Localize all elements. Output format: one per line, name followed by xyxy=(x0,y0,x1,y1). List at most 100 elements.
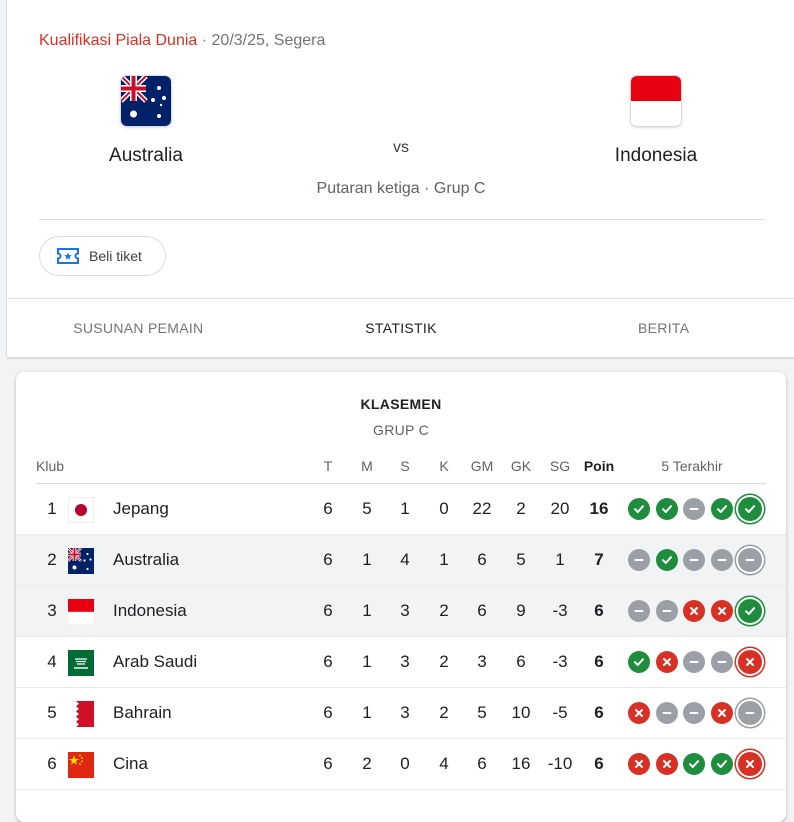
row-last-five xyxy=(628,548,762,572)
draw-icon[interactable] xyxy=(683,702,705,724)
row-last-five xyxy=(628,497,762,521)
tab-bar: SUSUNAN PEMAIN STATISTIK BERITA xyxy=(7,298,794,359)
win-icon[interactable] xyxy=(628,651,650,673)
australia-flag-icon xyxy=(68,548,94,574)
row-ga: 10 xyxy=(511,703,531,722)
competition-link[interactable]: Kualifikasi Piala Dunia xyxy=(39,32,197,49)
loss-icon[interactable] xyxy=(738,752,762,776)
australia-flag-icon xyxy=(121,76,171,126)
tab-lineups[interactable]: SUSUNAN PEMAIN xyxy=(7,299,270,357)
row-drawn: 3 xyxy=(400,601,410,620)
table-row[interactable]: 2 Australia 6 1 4 1 6 5 1 7 xyxy=(16,535,786,586)
row-gd: -10 xyxy=(547,754,573,773)
row-gf: 6 xyxy=(477,754,487,773)
draw-icon[interactable] xyxy=(655,600,678,622)
draw-icon[interactable] xyxy=(628,549,650,571)
loss-icon[interactable] xyxy=(628,753,650,775)
round-info: Putaran ketiga · Grup C xyxy=(316,180,486,197)
row-gd: -3 xyxy=(552,601,568,620)
draw-icon[interactable] xyxy=(738,548,762,572)
row-team-name: Jepang xyxy=(113,499,169,518)
row-position: 1 xyxy=(47,499,57,518)
win-icon[interactable] xyxy=(655,549,678,571)
standings-card: KLASEMEN GRUP C Klub T M S K GM GK SG Po… xyxy=(16,372,786,822)
buy-ticket-label: Beli tiket xyxy=(89,248,142,264)
row-position: 4 xyxy=(47,652,57,671)
row-team-name: Arab Saudi xyxy=(113,652,198,671)
match-header: Kualifikasi Piala Dunia · 20/3/25, Seger… xyxy=(39,32,325,50)
table-row[interactable]: 5 Bahrain 6 1 3 2 5 10 -5 6 xyxy=(16,688,786,739)
table-row[interactable]: 3 Indonesia 6 1 3 2 6 9 -3 6 xyxy=(16,586,786,637)
table-row[interactable]: 4 Arab Saudi 6 1 3 2 3 6 -3 6 xyxy=(16,637,786,688)
row-lost: 2 xyxy=(439,601,449,620)
row-last-five xyxy=(628,701,762,725)
row-last-five xyxy=(628,650,762,674)
row-ga: 5 xyxy=(516,550,526,569)
win-icon[interactable] xyxy=(628,498,650,520)
loss-icon[interactable] xyxy=(683,600,705,622)
draw-icon[interactable] xyxy=(738,701,762,725)
row-points: 6 xyxy=(594,703,604,722)
loss-icon[interactable] xyxy=(738,650,762,674)
buy-ticket-button[interactable]: Beli tiket xyxy=(39,236,166,276)
row-won: 5 xyxy=(362,499,372,518)
loss-icon[interactable] xyxy=(655,753,678,775)
row-played: 6 xyxy=(323,703,333,722)
row-team-name: Australia xyxy=(113,550,180,569)
draw-icon[interactable] xyxy=(655,702,678,724)
loss-icon[interactable] xyxy=(710,600,733,622)
draw-icon[interactable] xyxy=(710,549,733,571)
draw-icon[interactable] xyxy=(683,498,705,520)
row-gf: 3 xyxy=(477,652,487,671)
draw-icon[interactable] xyxy=(683,549,705,571)
row-drawn: 4 xyxy=(400,550,410,569)
loss-icon[interactable] xyxy=(655,651,678,673)
row-team-name: Cina xyxy=(113,754,148,773)
row-team-name: Bahrain xyxy=(113,703,172,722)
match-card: Kualifikasi Piala Dunia · 20/3/25, Seger… xyxy=(6,0,794,359)
row-last-five xyxy=(628,599,762,623)
match-date-status: · 20/3/25, Segera xyxy=(197,32,326,49)
tab-statistics[interactable]: STATISTIK xyxy=(270,299,533,357)
row-points: 6 xyxy=(594,652,604,671)
win-icon[interactable] xyxy=(655,498,678,520)
away-team[interactable]: Indonesia xyxy=(556,76,756,167)
header-won: M xyxy=(361,458,373,474)
row-gf: 6 xyxy=(477,601,487,620)
header-points: Poin xyxy=(583,458,615,474)
header-goals-for: GM xyxy=(470,458,494,474)
row-played: 6 xyxy=(323,754,333,773)
win-icon[interactable] xyxy=(738,599,762,623)
row-played: 6 xyxy=(323,499,333,518)
japan-flag-icon xyxy=(68,497,94,523)
row-drawn: 1 xyxy=(400,499,410,518)
row-gd: -3 xyxy=(552,652,568,671)
row-won: 1 xyxy=(362,601,372,620)
header-goal-difference: SG xyxy=(549,458,571,474)
row-ga: 9 xyxy=(516,601,526,620)
header-last-five: 5 Terakhir xyxy=(661,458,723,474)
win-icon[interactable] xyxy=(738,497,762,521)
win-icon[interactable] xyxy=(710,753,733,775)
row-ga: 6 xyxy=(516,652,526,671)
header-club: Klub xyxy=(36,458,65,474)
draw-icon[interactable] xyxy=(683,651,705,673)
win-icon[interactable] xyxy=(683,753,705,775)
away-team-name: Indonesia xyxy=(614,145,698,166)
tab-news[interactable]: BERITA xyxy=(532,299,794,357)
standings-title: KLASEMEN xyxy=(360,396,442,412)
china-flag-icon xyxy=(68,752,94,778)
table-row[interactable]: 6 Cina 6 2 0 4 6 16 -10 6 xyxy=(16,739,786,790)
ticket-icon xyxy=(57,248,79,264)
win-icon[interactable] xyxy=(710,498,733,520)
loss-icon[interactable] xyxy=(628,702,650,724)
row-ga: 2 xyxy=(516,499,526,518)
draw-icon[interactable] xyxy=(628,600,650,622)
draw-icon[interactable] xyxy=(710,651,733,673)
row-lost: 2 xyxy=(439,703,449,722)
indonesia-flag-icon xyxy=(68,599,94,625)
table-row[interactable]: 1 Jepang 6 5 1 0 22 2 20 16 xyxy=(16,484,786,535)
row-lost: 2 xyxy=(439,652,449,671)
loss-icon[interactable] xyxy=(710,702,733,724)
row-lost: 4 xyxy=(439,754,449,773)
